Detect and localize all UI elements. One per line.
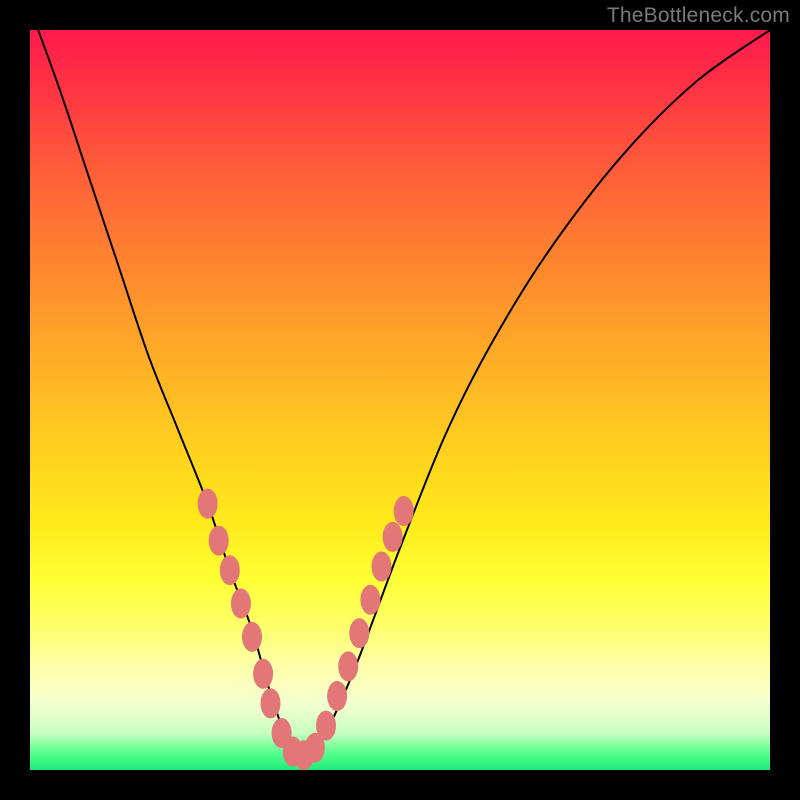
highlight-dot: [231, 589, 251, 619]
highlight-dot: [242, 622, 262, 652]
highlight-dots: [198, 489, 414, 771]
highlight-dot: [394, 496, 414, 526]
highlight-dot: [338, 651, 358, 681]
curve-layer: [30, 30, 770, 770]
chart-frame: TheBottleneck.com: [0, 0, 800, 800]
highlight-dot: [198, 489, 218, 519]
highlight-dot: [316, 711, 336, 741]
highlight-dot: [327, 681, 347, 711]
highlight-dot: [349, 618, 369, 648]
highlight-dot: [372, 552, 392, 582]
highlight-dot: [261, 688, 281, 718]
highlight-dot: [360, 585, 380, 615]
bottleneck-curve: [30, 8, 770, 759]
highlight-dot: [220, 555, 240, 585]
highlight-dot: [209, 526, 229, 556]
plot-area: [30, 30, 770, 770]
highlight-dot: [383, 522, 403, 552]
watermark-text: TheBottleneck.com: [607, 4, 790, 28]
highlight-dot: [253, 659, 273, 689]
